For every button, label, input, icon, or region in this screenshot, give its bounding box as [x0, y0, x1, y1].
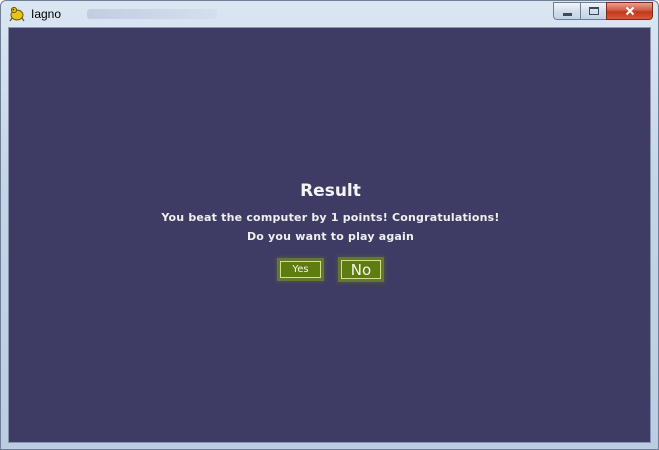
result-message: You beat the computer by 1 points! Congr…: [161, 211, 500, 224]
dialog-title: Result: [300, 181, 361, 201]
title-bar[interactable]: Iagno: [1, 1, 658, 27]
minimize-icon: [562, 12, 572, 16]
close-button[interactable]: [606, 2, 653, 20]
app-window: Iagno Result You beat the computer by 1 …: [0, 0, 659, 450]
minimize-button[interactable]: [553, 2, 580, 20]
play-again-question: Do you want to play again: [246, 230, 415, 243]
maximize-icon: [588, 7, 599, 15]
game-canvas: Result You beat the computer by 1 points…: [8, 27, 651, 443]
window-controls: [553, 2, 653, 20]
yes-button[interactable]: Yes: [280, 261, 321, 278]
app-snake-icon: [9, 6, 25, 22]
close-icon: [625, 6, 634, 16]
no-button[interactable]: No: [341, 260, 381, 279]
title-bar-reflection: [87, 9, 217, 19]
result-dialog: Result You beat the computer by 1 points…: [9, 28, 652, 444]
maximize-button[interactable]: [580, 2, 606, 20]
window-title: Iagno: [31, 7, 62, 21]
